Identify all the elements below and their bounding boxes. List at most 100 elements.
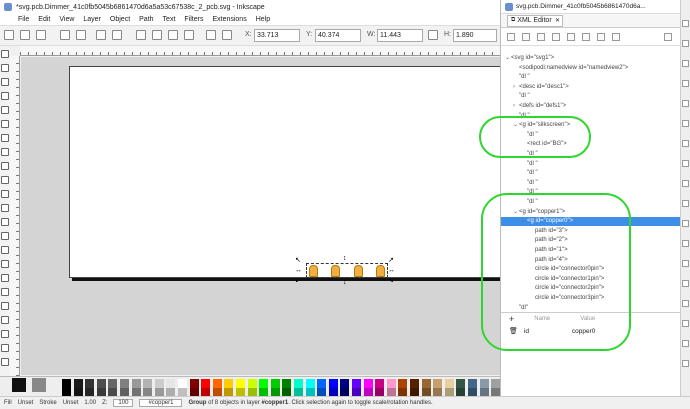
cmd-import-icon[interactable] — [682, 100, 689, 107]
palette-swatch[interactable] — [131, 379, 141, 388]
layer-dropdown[interactable]: #copper1 — [139, 399, 183, 407]
y-field[interactable]: 40.374 — [315, 29, 361, 42]
vertical-ruler[interactable] — [10, 56, 20, 376]
fill-stroke-indicator[interactable] — [2, 377, 56, 397]
flip-horizontal-icon[interactable] — [96, 30, 106, 40]
cmd-ungroup-icon[interactable] — [682, 280, 689, 287]
scale-handle-bl-icon[interactable]: ↙ — [295, 277, 301, 284]
cmd-zoom-icon[interactable] — [682, 240, 689, 247]
cmd-xml-icon[interactable] — [682, 360, 689, 367]
tweak-tool-icon[interactable] — [1, 316, 9, 324]
bucket-tool-icon[interactable] — [1, 232, 9, 240]
eraser-tool-icon[interactable] — [1, 218, 9, 226]
text-tool-icon[interactable] — [1, 190, 9, 198]
spiral-tool-icon[interactable] — [1, 134, 9, 142]
duplicate-node-icon[interactable] — [537, 32, 545, 41]
copper-pad-3[interactable] — [309, 265, 318, 277]
lock-ratio-icon[interactable] — [428, 30, 438, 40]
raise-node-icon[interactable] — [597, 32, 605, 41]
palette-swatch[interactable] — [212, 379, 222, 388]
palette-swatch[interactable] — [421, 379, 431, 388]
flip-vertical-icon[interactable] — [112, 30, 122, 40]
menu-path[interactable]: Path — [139, 16, 153, 23]
close-tab-icon[interactable]: ✕ — [555, 17, 560, 24]
palette-swatch[interactable] — [444, 379, 454, 388]
cmd-copy-icon[interactable] — [682, 180, 689, 187]
palette-swatch[interactable] — [154, 379, 164, 388]
rotate-ccw-icon[interactable] — [60, 30, 70, 40]
palette-swatch[interactable] — [270, 379, 280, 388]
more-tools-icon[interactable] — [1, 358, 9, 366]
measure-tool-icon[interactable] — [1, 302, 9, 310]
stroke-swatch[interactable] — [32, 378, 46, 392]
palette-swatch[interactable] — [491, 379, 501, 388]
palette-swatch[interactable] — [73, 379, 83, 388]
pen-tool-icon[interactable] — [1, 162, 9, 170]
scale-handle-br-icon[interactable]: ↘ — [388, 277, 394, 284]
indent-node-icon[interactable] — [582, 32, 590, 41]
menu-file[interactable]: File — [18, 16, 29, 23]
rectangle-tool-icon[interactable] — [1, 92, 9, 100]
lower-node-icon[interactable] — [612, 32, 620, 41]
palette-swatch[interactable] — [456, 379, 466, 388]
calligraphy-tool-icon[interactable] — [1, 176, 9, 184]
palette-swatch[interactable] — [410, 379, 419, 388]
h-field[interactable]: 1.890 — [453, 29, 497, 42]
palette-swatch[interactable] — [433, 379, 443, 388]
unindent-node-icon[interactable] — [567, 32, 575, 41]
layout-menu-icon[interactable] — [664, 32, 672, 41]
copper-pad-4[interactable] — [376, 265, 385, 277]
xml-node[interactable]: "dl " — [501, 160, 681, 169]
menu-filters[interactable]: Filters — [184, 16, 203, 23]
xml-node[interactable]: › <desc id="desc1"> — [501, 83, 681, 92]
palette-swatch[interactable] — [259, 379, 269, 388]
menu-text[interactable]: Text — [163, 16, 176, 23]
deselect-icon[interactable] — [36, 30, 46, 40]
scale-handle-tl-icon[interactable]: ↖ — [295, 257, 301, 264]
xml-node[interactable]: › <defs id="defs1"> — [501, 102, 681, 111]
select-all-icon[interactable] — [4, 30, 14, 40]
scale-handle-top-icon[interactable]: ↕ — [343, 255, 347, 262]
scale-handle-right-icon[interactable]: ↔ — [388, 267, 395, 274]
select-all-layers-icon[interactable] — [20, 30, 30, 40]
opacity-value[interactable]: 1.00 — [84, 400, 96, 406]
palette-swatch[interactable] — [375, 379, 385, 388]
align-icon[interactable] — [206, 30, 216, 40]
pages-tool-icon[interactable] — [1, 344, 9, 352]
menu-object[interactable]: Object — [110, 16, 130, 23]
palette-swatch[interactable] — [201, 379, 211, 388]
lpe-tool-icon[interactable] — [1, 330, 9, 338]
selector-tool-icon[interactable] — [1, 50, 9, 58]
palette-swatch[interactable] — [317, 379, 327, 388]
palette-swatch[interactable] — [340, 379, 350, 388]
cmd-export-icon[interactable] — [682, 120, 689, 127]
palette-swatch[interactable] — [282, 379, 292, 388]
mesh-tool-icon[interactable] — [1, 260, 9, 268]
cmd-paste-icon[interactable] — [682, 220, 689, 227]
cmd-print-icon[interactable] — [682, 80, 689, 87]
drawing-canvas[interactable]: ↔ ↔ ↕ ↕ ↖ ↗ ↙ ↘ — [21, 57, 500, 375]
xml-node[interactable]: "dl " — [501, 179, 681, 188]
palette-swatch[interactable] — [143, 379, 153, 388]
fill-swatch[interactable] — [12, 378, 26, 392]
palette-swatch[interactable] — [108, 379, 118, 388]
star-tool-icon[interactable] — [1, 120, 9, 128]
palette-swatch[interactable] — [166, 379, 176, 388]
page-area[interactable] — [69, 66, 500, 278]
gradient-tool-icon[interactable] — [1, 246, 9, 254]
raise-icon[interactable] — [152, 30, 162, 40]
rotate-cw-icon[interactable] — [76, 30, 86, 40]
cmd-text-icon[interactable] — [682, 320, 689, 327]
copper-pad-1[interactable] — [354, 265, 363, 277]
distribute-icon[interactable] — [222, 30, 232, 40]
menu-layer[interactable]: Layer — [83, 16, 101, 23]
dropper-tool-icon[interactable] — [1, 274, 9, 282]
cmd-fill-stroke-icon[interactable] — [682, 300, 689, 307]
palette-swatch[interactable] — [62, 379, 71, 388]
menu-help[interactable]: Help — [256, 16, 270, 23]
xml-node[interactable]: ⌄<svg id="svg1"> — [501, 54, 681, 63]
spray-tool-icon[interactable] — [1, 204, 9, 212]
new-element-node-icon[interactable] — [507, 32, 515, 41]
w-field[interactable]: 11.443 — [377, 29, 423, 42]
scale-handle-tr-icon[interactable]: ↗ — [388, 257, 394, 264]
